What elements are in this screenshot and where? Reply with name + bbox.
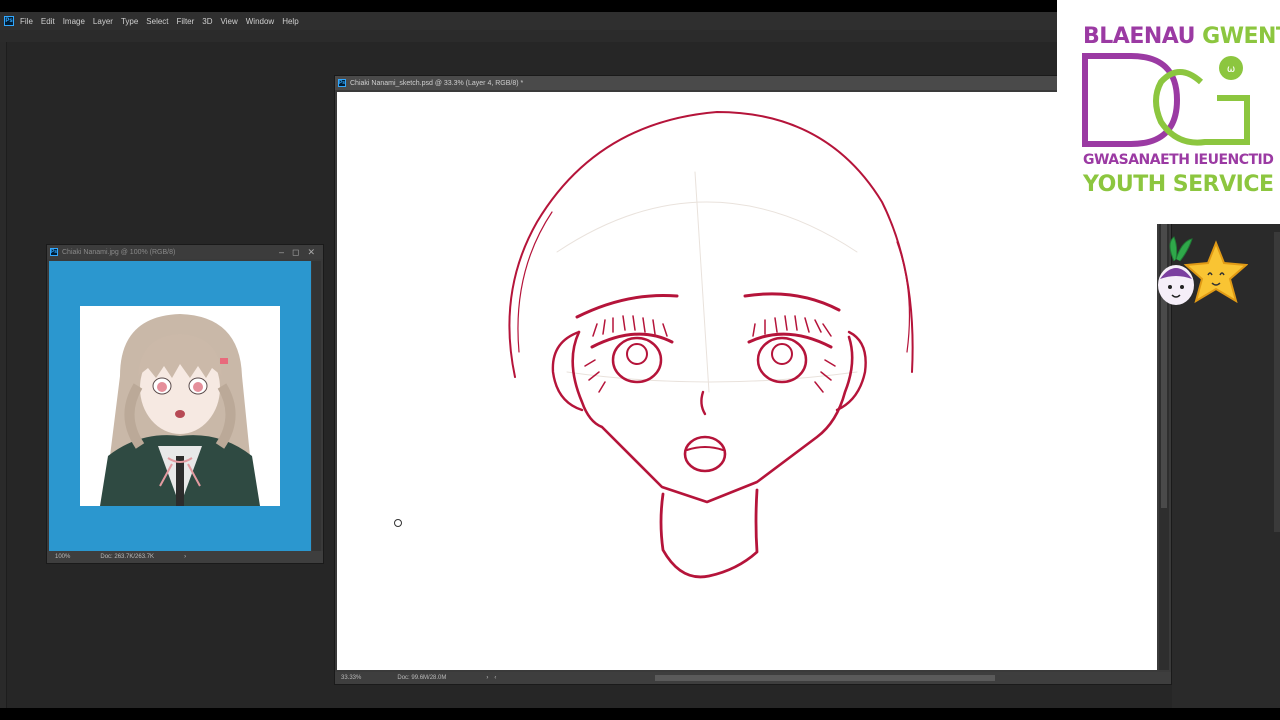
sketch-canvas[interactable]	[337, 92, 1157, 670]
maximize-icon[interactable]: ◻	[292, 247, 299, 258]
photoshop-doc-icon: Ps	[50, 248, 58, 256]
menu-file[interactable]: File	[20, 17, 33, 26]
menu-filter[interactable]: Filter	[177, 17, 195, 26]
reference-status-bar: 100% Doc: 263.7K/263.7K ›	[47, 551, 323, 563]
menu-view[interactable]: View	[221, 17, 238, 26]
main-zoom-level[interactable]: 33.33%	[341, 675, 361, 681]
menu-type[interactable]: Type	[121, 17, 138, 26]
main-titlebar[interactable]: Ps Chiaki Nanami_sketch.psd @ 33.3% (Lay…	[335, 76, 1171, 90]
menu-window[interactable]: Window	[246, 17, 274, 26]
brush-cursor-icon	[394, 519, 402, 527]
mascot-stickers	[1158, 236, 1248, 305]
logo-title-purple: BLAENAU	[1083, 24, 1203, 49]
reference-canvas[interactable]	[49, 261, 311, 551]
reference-title: Chiaki Nanami.jpg @ 100% (RGB/8)	[62, 248, 176, 256]
menu-layer[interactable]: Layer	[93, 17, 113, 26]
face-sketch-drawing	[508, 111, 914, 579]
status-arrow-icon[interactable]: ›	[184, 554, 186, 560]
logo-welsh-subtitle: GWASANAETH IEUENCTID	[1083, 152, 1274, 168]
status-arrow-icon[interactable]: ›	[486, 675, 488, 681]
minimize-icon[interactable]: –	[279, 247, 284, 258]
logo-english-subtitle: YOUTH SERVICE	[1083, 172, 1274, 197]
reference-character-image	[80, 306, 280, 506]
svg-text:ω: ω	[1227, 64, 1235, 75]
youth-service-logo-overlay: BLAENAU GWENT ω GWASANAETH IEUENCTID YOU…	[1057, 0, 1280, 224]
logo-title: BLAENAU GWENT	[1083, 24, 1280, 49]
tools-panel[interactable]	[0, 42, 7, 708]
star-mascot-icon	[1183, 240, 1248, 304]
main-horizontal-scrollbar[interactable]	[495, 672, 1155, 684]
menu-image[interactable]: Image	[63, 17, 85, 26]
main-doc-info[interactable]: Doc: 99.6M/28.0M	[397, 675, 446, 681]
main-document-window[interactable]: Ps Chiaki Nanami_sketch.psd @ 33.3% (Lay…	[335, 76, 1171, 684]
panel-collapse-strip[interactable]	[1274, 232, 1280, 532]
logo-title-green: GWENT	[1202, 24, 1280, 49]
photoshop-doc-icon: Ps	[338, 79, 346, 87]
menu-help[interactable]: Help	[282, 17, 298, 26]
character-illustration	[100, 314, 260, 506]
menu-3d[interactable]: 3D	[202, 17, 212, 26]
turnip-mascot-icon	[1158, 236, 1194, 305]
photoshop-logo-icon[interactable]: Ps	[4, 16, 14, 26]
horizontal-scroll-thumb[interactable]	[655, 675, 995, 681]
main-title: Chiaki Nanami_sketch.psd @ 33.3% (Layer …	[350, 79, 524, 87]
reference-titlebar[interactable]: Ps Chiaki Nanami.jpg @ 100% (RGB/8) – ◻ …	[47, 245, 323, 259]
reference-document-window[interactable]: Ps Chiaki Nanami.jpg @ 100% (RGB/8) – ◻ …	[47, 245, 323, 563]
reference-doc-info[interactable]: Doc: 263.7K/263.7K	[100, 554, 154, 560]
dg-logo-mark-icon: ω	[1082, 53, 1250, 147]
close-icon[interactable]: ✕	[307, 247, 315, 258]
reference-zoom-level[interactable]: 100%	[55, 554, 70, 560]
menu-select[interactable]: Select	[146, 17, 168, 26]
reference-vertical-scrollbar[interactable]	[312, 261, 321, 551]
menu-edit[interactable]: Edit	[41, 17, 55, 26]
